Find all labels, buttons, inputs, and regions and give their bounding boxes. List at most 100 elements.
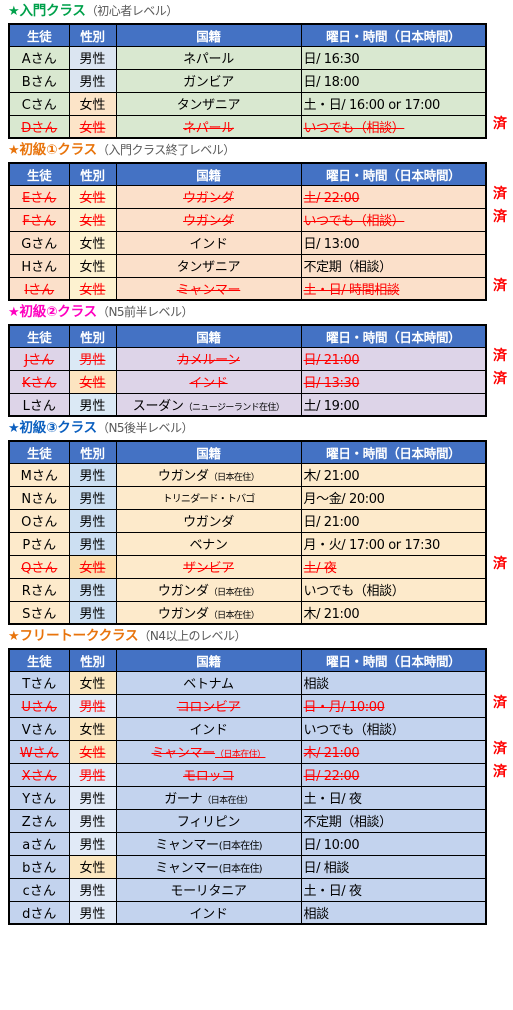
cell-student: Gさん — [8, 230, 70, 255]
column-header-0: 生徒 — [8, 440, 70, 464]
section-title-beginner3: ★初級③クラス（N5後半レベル） — [0, 417, 513, 440]
cell-time: 土・日/ 16:00 or 17:00 — [300, 91, 487, 116]
cell-nation: モロッコ — [115, 762, 302, 787]
table-row: Eさん 女性 ウガンダ 土/ 22:00 — [8, 184, 487, 209]
cell-time: 月～金/ 20:00 — [300, 485, 487, 510]
cell-gender: 女性 — [68, 554, 117, 579]
cell-nation: トリニダード・トバゴ — [115, 485, 302, 510]
cell-nation: インド — [115, 900, 302, 925]
cell-nation: ネパール — [115, 45, 302, 70]
nation-name: ネパール — [183, 120, 234, 136]
cell-gender: 女性 — [68, 739, 117, 764]
table-header-row: 生徒 性別 国籍 曜日・時間（日本時間） — [8, 162, 487, 186]
nation-name: コロンビア — [176, 700, 241, 715]
star-icon: ★ — [8, 421, 20, 436]
cell-time: 不定期（相談） — [300, 808, 487, 833]
column-header-1: 性別 — [68, 648, 117, 672]
section-level-text: （初心者レベル） — [85, 4, 179, 18]
column-header-1: 性別 — [68, 23, 117, 47]
nation-name: インド — [189, 723, 228, 738]
cell-gender: 男性 — [68, 693, 117, 718]
cell-gender: 女性 — [68, 91, 117, 116]
cell-student: Iさん — [8, 276, 70, 301]
nation-name: ウガンダ — [157, 584, 209, 599]
section-title-beginner2: ★初級②クラス（N5前半レベル） — [0, 301, 513, 324]
table-row: Fさん 女性 ウガンダ いつでも（相談） — [8, 207, 487, 232]
table-row: cさん 男性 モーリタニア 土・日/ 夜 — [8, 877, 487, 902]
nation-note: （日本在住） — [208, 588, 260, 598]
cell-student: bさん — [8, 854, 70, 879]
cell-student: Cさん — [8, 91, 70, 116]
cell-gender: 男性 — [68, 508, 117, 533]
column-header-0: 生徒 — [8, 648, 70, 672]
table-row: Hさん 女性 タンザニア 不定期（相談） — [8, 253, 487, 278]
cell-gender: 男性 — [68, 485, 117, 510]
table-row: Bさん 男性 ガンビア 日/ 18:00 — [8, 68, 487, 93]
table-row: Nさん 男性 トリニダード・トバゴ 月～金/ 20:00 — [8, 485, 487, 510]
cell-nation: ネパール — [115, 114, 302, 139]
class-section-beginner3: ★初級③クラス（N5後半レベル）済生徒 性別 国籍 曜日・時間（日本時間） Mさん 男性ウ… — [0, 417, 513, 625]
table-row: Gさん 女性 インド 日/ 13:00 — [8, 230, 487, 255]
cell-time: 土・日/ 夜 — [300, 877, 487, 902]
cell-student: Pさん — [8, 531, 70, 556]
cell-time: 日/ 21:00 — [300, 508, 487, 533]
cell-gender: 女性 — [68, 369, 117, 394]
star-icon: ★ — [8, 629, 20, 644]
nation-name: インド — [189, 376, 228, 391]
cell-student: Fさん — [8, 207, 70, 232]
cell-nation: カメルーン — [115, 346, 302, 371]
table-row: Vさん 女性 インド いつでも（相談） — [8, 716, 487, 741]
nation-name: ガーナ — [164, 792, 203, 807]
column-header-0: 生徒 — [8, 162, 70, 186]
table-row: Jさん 男性 カメルーン 日/ 21:00 — [8, 346, 487, 371]
cell-time: 土・日/ 時間相談 — [300, 276, 487, 301]
cell-nation: フィリピン — [115, 808, 302, 833]
nation-name: ミャンマー — [155, 838, 219, 853]
cell-student: Zさん — [8, 808, 70, 833]
cell-time: 木/ 21:00 — [300, 600, 487, 625]
cell-student: Xさん — [8, 762, 70, 787]
cell-gender: 男性 — [68, 577, 117, 602]
cell-gender: 男性 — [68, 531, 117, 556]
column-header-2: 国籍 — [115, 162, 302, 186]
cell-time: 日・月/ 10:00 — [300, 693, 487, 718]
nation-name: ネパール — [183, 52, 234, 67]
cell-nation: インド — [115, 716, 302, 741]
schedule-table-beginner2: 生徒 性別 国籍 曜日・時間（日本時間） Jさん 男性 カメルーン 日/ 21:00 Kさん 女性… — [8, 324, 487, 417]
nation-name: ベトナム — [183, 677, 234, 692]
cell-student: cさん — [8, 877, 70, 902]
nation-name: インド — [189, 906, 228, 922]
section-title-beginner1: ★初級①クラス（入門クラス終了レベル） — [0, 139, 513, 162]
section-title-freetalk: ★フリートーククラス（N4以上のレベル） — [0, 625, 513, 648]
cell-nation: タンザニア — [115, 91, 302, 116]
column-header-3: 曜日・時間（日本時間） — [300, 440, 487, 464]
cell-student: Uさん — [8, 693, 70, 718]
nation-name: インド — [189, 237, 228, 252]
cell-gender: 女性 — [68, 276, 117, 301]
nation-name: ウガンダ — [183, 214, 234, 229]
table-row: Lさん 男性 スーダン（ニュージーランド在住） 土/ 19:00 — [8, 392, 487, 417]
nation-name: ウガンダ — [183, 515, 234, 530]
nation-name: ミャンマー — [155, 861, 219, 876]
table-row: Pさん 男性 ベナン 月・火/ 17:00 or 17:30 — [8, 531, 487, 556]
nation-name: ベナン — [189, 538, 228, 553]
table-row: Iさん 女性 ミャンマー 土・日/ 時間相談 — [8, 276, 487, 301]
table-row: Uさん 男性 コロンビア 日・月/ 10:00 — [8, 693, 487, 718]
cell-gender: 女性 — [68, 207, 117, 232]
nation-name: ウガンダ — [157, 469, 209, 484]
cell-gender: 男性 — [68, 392, 117, 417]
cell-gender: 女性 — [68, 716, 117, 741]
nation-name: タンザニア — [176, 98, 241, 113]
star-icon: ★ — [8, 305, 20, 320]
schedule-table-intro: 生徒 性別 国籍 曜日・時間（日本時間） Aさん 男性 ネパール 日/ 16:30 Bさん 男性ガ… — [8, 23, 487, 139]
cell-time: 相談 — [300, 900, 487, 925]
table-row: Cさん 女性 タンザニア 土・日/ 16:00 or 17:00 — [8, 91, 487, 116]
nation-note: (日本在住) — [218, 841, 263, 852]
cell-time: 木/ 21:00 — [300, 462, 487, 487]
cell-nation: ウガンダ — [115, 184, 302, 209]
cell-time: 月・火/ 17:00 or 17:30 — [300, 531, 487, 556]
nation-note: （日本在住） — [202, 796, 253, 806]
table-row: Wさん 女性 ミャンマー（日本在住） 木/ 21:00 — [8, 739, 487, 764]
nation-name: トリニダード・トバゴ — [162, 493, 256, 505]
cell-time: いつでも（相談） — [300, 716, 487, 741]
